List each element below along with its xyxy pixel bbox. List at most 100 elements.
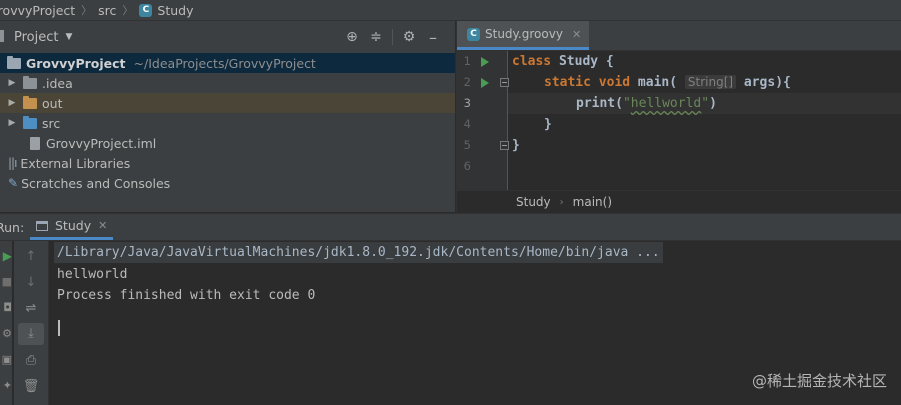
code-text: } bbox=[544, 117, 552, 132]
tree-item-label: src bbox=[42, 115, 61, 131]
module-file-icon bbox=[30, 136, 40, 150]
code-text: } bbox=[512, 138, 520, 153]
code-line-2: static void main( String[] args){ bbox=[544, 72, 791, 93]
stop-icon[interactable]: ■ bbox=[0, 275, 12, 288]
chevron-down-icon[interactable]: ▼ bbox=[65, 32, 72, 42]
fold-icon[interactable] bbox=[500, 78, 509, 87]
string-quote: " bbox=[622, 96, 631, 111]
tree-item-scratches[interactable]: ✎ Scratches and Consoles bbox=[0, 173, 455, 193]
project-panel-header: Project ▼ ⊕ ≑ ⚙ – bbox=[0, 21, 455, 54]
scroll-to-end-icon[interactable]: ⤓ bbox=[18, 323, 44, 345]
groovy-class-icon: C bbox=[139, 3, 153, 17]
project-tool-window: Project ▼ ⊕ ≑ ⚙ – GrovvyProject ~/IdeaPr… bbox=[0, 21, 455, 212]
console-window-icon bbox=[36, 220, 48, 231]
tree-item-label: Scratches and Consoles bbox=[21, 175, 171, 191]
line-number: 4 bbox=[463, 117, 471, 131]
toolbar-divider bbox=[392, 29, 393, 45]
editor-tab-bar: C Study.groovy ✕ bbox=[457, 21, 901, 51]
line-number: 3 bbox=[463, 96, 471, 110]
print-icon[interactable]: ⎙ bbox=[14, 353, 48, 368]
tree-item-root[interactable]: GrovvyProject ~/IdeaProjects/GrovvyProje… bbox=[0, 53, 455, 73]
type-hint: String[] bbox=[684, 75, 737, 89]
project-tree: GrovvyProject ~/IdeaProjects/GrovvyProje… bbox=[0, 53, 455, 193]
chevron-right-icon: 〉 bbox=[122, 4, 134, 17]
trash-icon[interactable]: 🗑 bbox=[14, 379, 48, 394]
tree-item-iml[interactable]: GrovvyProject.iml bbox=[0, 133, 455, 153]
module-folder-icon bbox=[7, 55, 21, 69]
project-panel-title[interactable]: Project bbox=[14, 30, 58, 45]
folder-icon bbox=[23, 75, 37, 89]
console-command-line[interactable]: /Library/Java/JavaVirtualMachines/jdk1.8… bbox=[54, 242, 663, 263]
gear-icon[interactable]: ⚙ bbox=[397, 29, 421, 45]
layout-icon[interactable]: ▣ bbox=[0, 353, 12, 366]
fold-icon[interactable] bbox=[500, 141, 509, 150]
soft-wrap-icon[interactable]: ⇌ bbox=[14, 301, 48, 316]
close-icon[interactable]: ✕ bbox=[572, 28, 581, 41]
keyword: static void bbox=[544, 75, 631, 90]
breadcrumb-file[interactable]: Study bbox=[157, 3, 193, 18]
code-text: ) bbox=[709, 96, 717, 111]
tree-item-label: out bbox=[42, 95, 63, 111]
tree-item-path: ~/IdeaProjects/GrovvyProject bbox=[133, 55, 316, 71]
editor-breadcrumb: Study › main() bbox=[457, 190, 901, 213]
editor-gutter: 1 2 3 4 5 6 bbox=[457, 51, 509, 190]
arrow-up-icon[interactable]: ↑ bbox=[14, 249, 48, 264]
code-line-3: print("hellworld") bbox=[576, 93, 717, 114]
tree-item-external-libraries[interactable]: ||ı External Libraries bbox=[0, 153, 455, 173]
breadcrumb-class[interactable]: Study bbox=[516, 195, 551, 209]
expand-arrow-icon[interactable]: ▶ bbox=[7, 78, 17, 88]
locate-target-icon[interactable]: ⊕ bbox=[340, 29, 364, 45]
line-number: 1 bbox=[463, 54, 471, 68]
class-name: Study { bbox=[551, 54, 614, 69]
watermark-text: @稀土掘金技术社区 bbox=[751, 372, 887, 390]
string-quote: " bbox=[701, 96, 710, 111]
code-text: args){ bbox=[736, 75, 791, 90]
excluded-folder-icon bbox=[23, 95, 37, 109]
run-tab-study[interactable]: Study ✕ bbox=[30, 214, 114, 240]
console-exit-line: Process finished with exit code 0 bbox=[57, 288, 316, 303]
run-gutter-icon[interactable] bbox=[481, 57, 489, 67]
console-output-line: hellworld bbox=[57, 267, 128, 282]
code-line-5: } bbox=[512, 135, 520, 156]
tree-item-out[interactable]: ▶ out bbox=[0, 93, 455, 113]
run-tool-window: Run: Study ✕ ▶ ■ ◘ ⚙ ▣ ✦ ↑ ↓ ⇌ ⤓ ⎙ 🗑 /Li… bbox=[0, 213, 901, 405]
tab-label: Study.groovy bbox=[485, 27, 563, 41]
run-label: Run: bbox=[0, 219, 25, 235]
expand-arrow-icon[interactable]: ▶ bbox=[7, 98, 17, 108]
string-literal: hellworld bbox=[630, 96, 702, 111]
run-side-toolbar: ▶ ■ ◘ ⚙ ▣ ✦ bbox=[0, 241, 12, 405]
text-caret bbox=[58, 320, 60, 336]
breadcrumb-src[interactable]: src bbox=[98, 3, 116, 18]
pin-icon[interactable]: ✦ bbox=[0, 379, 12, 392]
tree-item-idea[interactable]: ▶ .idea bbox=[0, 73, 455, 93]
camera-icon[interactable]: ◘ bbox=[0, 301, 12, 314]
project-view-icon bbox=[0, 30, 4, 42]
editor-panel: C Study.groovy ✕ 1 2 3 4 5 6 class Study… bbox=[456, 21, 901, 213]
code-text: print( bbox=[576, 96, 623, 111]
code-editor[interactable]: 1 2 3 4 5 6 class Study { static void ma… bbox=[457, 51, 901, 190]
rerun-icon[interactable]: ▶ bbox=[0, 249, 12, 263]
hide-panel-icon[interactable]: – bbox=[421, 28, 445, 47]
tree-item-label: .idea bbox=[42, 75, 73, 91]
tree-item-label: GrovvyProject.iml bbox=[46, 135, 157, 151]
breadcrumb-method[interactable]: main() bbox=[573, 195, 612, 209]
close-icon[interactable]: ✕ bbox=[98, 219, 107, 232]
groovy-class-icon: C bbox=[467, 27, 480, 41]
tab-study-groovy[interactable]: C Study.groovy ✕ bbox=[457, 21, 590, 50]
line-number: 2 bbox=[463, 75, 471, 89]
line-number: 5 bbox=[463, 138, 471, 152]
code-line-1: class Study { bbox=[512, 51, 614, 72]
run-tab-label: Study bbox=[55, 218, 92, 233]
expand-arrow-icon[interactable]: ▶ bbox=[7, 118, 17, 128]
run-gutter-icon[interactable] bbox=[481, 78, 489, 88]
tree-item-src[interactable]: ▶ src bbox=[0, 113, 455, 133]
method-name: main( bbox=[630, 75, 678, 90]
breadcrumb-project[interactable]: GrovvyProject bbox=[0, 3, 75, 18]
collapse-all-icon[interactable]: ≑ bbox=[364, 29, 388, 45]
scratches-icon: ✎ bbox=[8, 176, 18, 190]
arrow-down-icon[interactable]: ↓ bbox=[14, 275, 48, 290]
tree-item-label: GrovvyProject bbox=[26, 55, 126, 71]
keyword: class bbox=[512, 54, 552, 69]
line-number: 6 bbox=[463, 159, 471, 173]
settings-icon[interactable]: ⚙ bbox=[0, 327, 12, 340]
